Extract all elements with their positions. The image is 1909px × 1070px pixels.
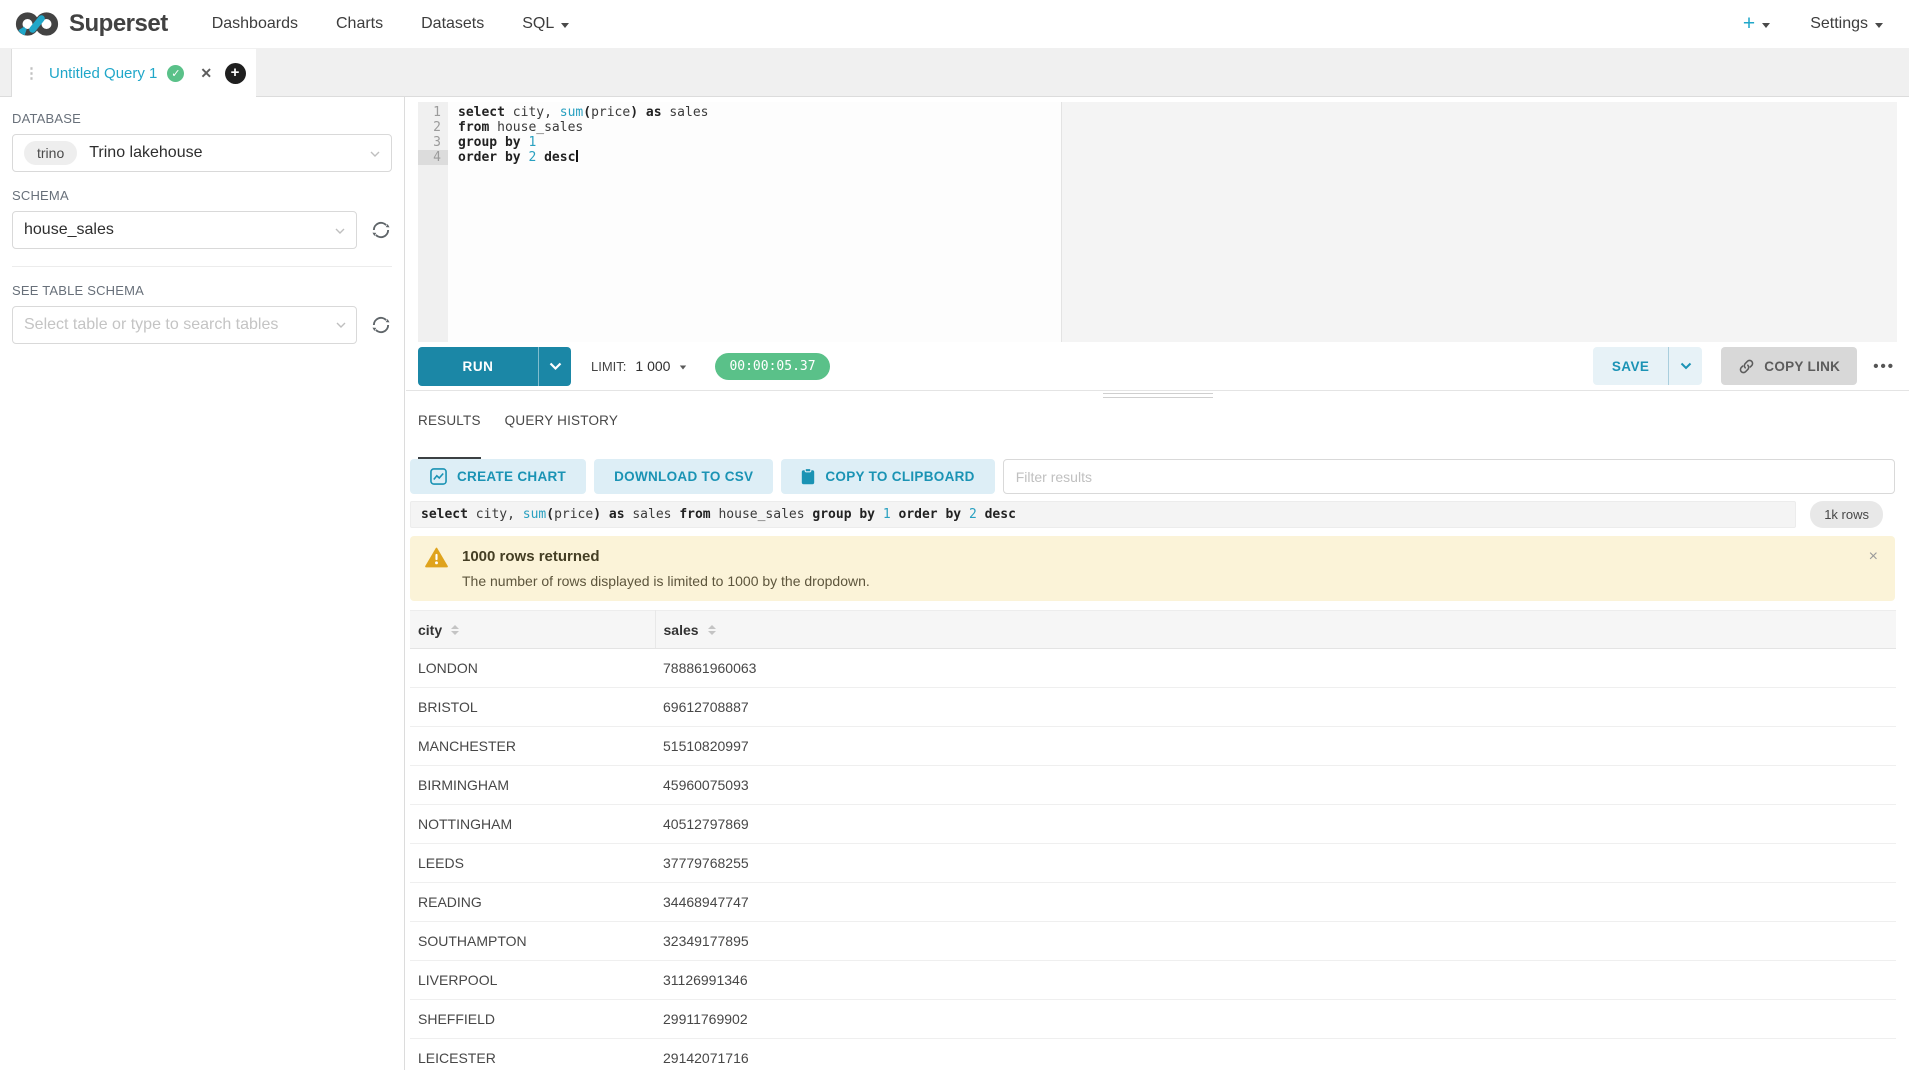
table-row: LEICESTER29142071716 — [410, 1039, 1896, 1070]
database-engine-tag: trino — [24, 141, 77, 165]
new-item-menu[interactable]: + — [1743, 14, 1770, 34]
table-row: SHEFFIELD29911769902 — [410, 1000, 1896, 1039]
add-query-tab-button[interactable]: + — [214, 49, 256, 97]
results-tabbar: RESULTS QUERY HISTORY — [406, 391, 1909, 459]
query-preview-row: select city, sum(price) as sales from ho… — [410, 501, 1895, 528]
close-icon[interactable]: × — [1869, 548, 1878, 566]
superset-logo-icon — [14, 9, 60, 39]
column-header-city[interactable]: city — [410, 611, 655, 649]
plus-circle-icon: + — [225, 63, 246, 84]
limit-value: 1 000 — [635, 358, 670, 374]
editor-gutter: 1234 — [418, 102, 448, 342]
chevron-down-icon — [561, 23, 569, 28]
copy-clipboard-button[interactable]: COPY TO CLIPBOARD — [781, 459, 994, 494]
query-timer-badge: 00:00:05.37 — [715, 353, 829, 380]
results-tbody: LONDON788861960063BRISTOL69612708887MANC… — [410, 649, 1896, 1070]
sql-editor-pane: 1234 select city, sum(price) as salesfro… — [406, 97, 1909, 1070]
run-dropdown-button[interactable] — [539, 362, 571, 371]
chevron-down-icon — [334, 225, 346, 237]
schema-value: house_sales — [24, 221, 114, 239]
tab-query-history[interactable]: QUERY HISTORY — [505, 413, 618, 459]
table-row: SOUTHAMPTON32349177895 — [410, 922, 1896, 961]
query-tabstrip: ⋮ Untitled Query 1 ✓ ✕ + — [0, 49, 1909, 97]
copy-clipboard-label: COPY TO CLIPBOARD — [825, 469, 974, 484]
rows-limit-alert: 1000 rows returned The number of rows di… — [410, 536, 1895, 601]
table-row: MANCHESTER51510820997 — [410, 727, 1896, 766]
sort-icon[interactable] — [451, 625, 459, 635]
results-actions: CREATE CHART DOWNLOAD TO CSV COPY TO CLI… — [410, 459, 1895, 494]
create-chart-label: CREATE CHART — [457, 469, 566, 484]
table-row: LIVERPOOL31126991346 — [410, 961, 1896, 1000]
alert-body: The number of rows displayed is limited … — [462, 573, 870, 589]
query-tab-active[interactable]: ⋮ Untitled Query 1 ✓ ✕ — [11, 49, 231, 97]
save-dropdown-button[interactable] — [1669, 362, 1702, 370]
chevron-down-icon — [1762, 23, 1770, 28]
query-tab-label[interactable]: Untitled Query 1 — [49, 65, 157, 82]
tab-results[interactable]: RESULTS — [418, 413, 481, 459]
editor-toolbar: RUN LIMIT: 1 000 00:00:05.37 SAVE — [406, 342, 1909, 390]
close-icon[interactable]: ✕ — [200, 65, 212, 82]
nav-item-dashboards[interactable]: Dashboards — [212, 15, 298, 33]
clipboard-icon — [801, 468, 815, 485]
download-csv-button[interactable]: DOWNLOAD TO CSV — [594, 459, 773, 494]
warning-icon — [425, 547, 448, 589]
success-check-icon: ✓ — [167, 65, 184, 82]
limit-dropdown[interactable]: LIMIT: 1 000 — [591, 358, 687, 374]
table-row: LONDON788861960063 — [410, 649, 1896, 688]
schema-select[interactable]: house_sales — [12, 211, 357, 249]
chevron-down-icon — [369, 148, 381, 160]
refresh-icon[interactable] — [370, 314, 392, 336]
database-select[interactable]: trino Trino lakehouse — [12, 134, 392, 172]
limit-label: LIMIT: — [591, 359, 626, 374]
database-label: DATABASE — [12, 111, 392, 126]
sort-icon[interactable] — [708, 625, 716, 635]
row-count-badge: 1k rows — [1810, 501, 1883, 528]
settings-menu[interactable]: Settings — [1810, 15, 1883, 33]
table-row: READING34468947747 — [410, 883, 1896, 922]
table-search-input[interactable] — [12, 306, 357, 344]
schema-label: SCHEMA — [12, 188, 392, 203]
see-table-schema-label: SEE TABLE SCHEMA — [12, 283, 392, 298]
results-table: city sales LONDON788861960063BRISTOL6961… — [410, 610, 1896, 1070]
table-row: LEEDS37779768255 — [410, 844, 1896, 883]
drag-handle-icon[interactable]: ⋮ — [24, 64, 39, 82]
copy-link-label: COPY LINK — [1764, 359, 1840, 374]
run-button-label[interactable]: RUN — [418, 359, 538, 374]
alert-title: 1000 rows returned — [462, 547, 870, 566]
chevron-down-icon — [680, 365, 686, 369]
chevron-down-icon — [335, 319, 347, 331]
superset-brand[interactable]: Superset — [14, 9, 168, 39]
save-button-label[interactable]: SAVE — [1593, 359, 1668, 374]
table-row: BRISTOL69612708887 — [410, 688, 1896, 727]
chevron-down-icon — [1875, 23, 1883, 28]
sql-code-editor[interactable]: 1234 select city, sum(price) as salesfro… — [418, 102, 1897, 342]
create-chart-button[interactable]: CREATE CHART — [410, 459, 586, 494]
database-value: Trino lakehouse — [89, 144, 202, 162]
copy-link-button[interactable]: COPY LINK — [1721, 347, 1857, 385]
run-button[interactable]: RUN — [418, 347, 571, 386]
sqllab-sidebar: DATABASE trino Trino lakehouse SCHEMA ho… — [0, 97, 405, 1070]
chart-icon — [430, 468, 447, 485]
refresh-icon[interactable] — [370, 219, 392, 241]
download-csv-label: DOWNLOAD TO CSV — [614, 469, 753, 484]
table-row: BIRMINGHAM45960075093 — [410, 766, 1896, 805]
editor-code[interactable]: select city, sum(price) as salesfrom hou… — [458, 105, 1897, 165]
brand-name: Superset — [69, 10, 168, 38]
filter-results-input[interactable] — [1003, 459, 1895, 494]
column-header-sales[interactable]: sales — [655, 611, 1896, 649]
nav-item-charts[interactable]: Charts — [336, 15, 383, 33]
results-pane: RESULTS QUERY HISTORY CREATE CHART DOWNL… — [406, 391, 1909, 1070]
more-menu-icon[interactable]: ••• — [1873, 358, 1895, 375]
link-icon — [1738, 358, 1755, 375]
plus-icon: + — [1743, 14, 1755, 34]
save-button[interactable]: SAVE — [1593, 347, 1702, 385]
nav-item-sql[interactable]: SQL — [522, 15, 569, 33]
query-preview-text: select city, sum(price) as sales from ho… — [410, 501, 1796, 528]
sidebar-divider — [12, 266, 392, 267]
nav-item-datasets[interactable]: Datasets — [421, 15, 484, 33]
top-navbar: Superset Dashboards Charts Datasets SQL … — [0, 0, 1909, 49]
table-row: NOTTINGHAM40512797869 — [410, 805, 1896, 844]
